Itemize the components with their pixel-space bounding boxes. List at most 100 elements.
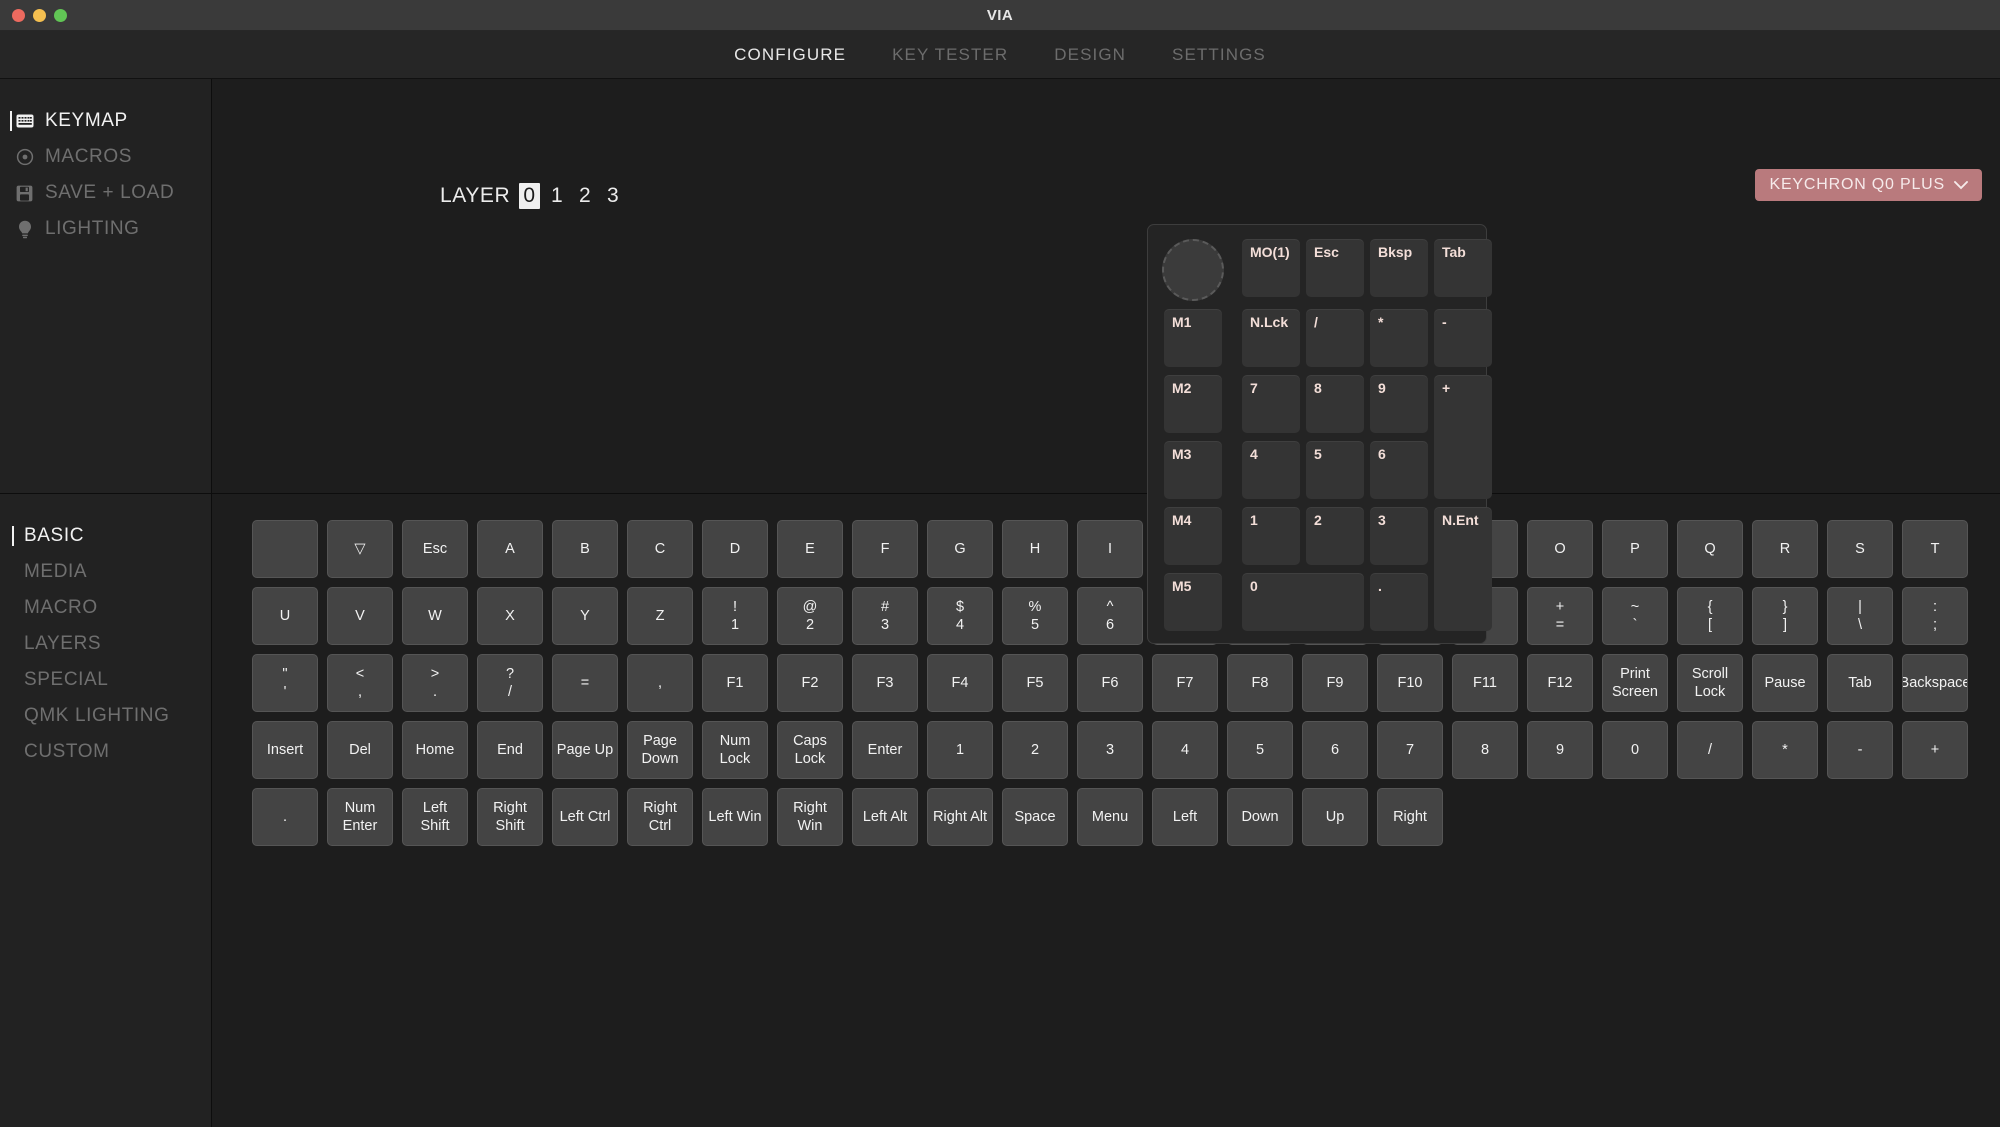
key-picker-key[interactable]: ~` [1602, 587, 1668, 645]
keyboard-key[interactable]: 9 [1370, 375, 1428, 433]
key-picker-key[interactable]: 8 [1452, 721, 1518, 779]
key-picker-key[interactable]: Down [1227, 788, 1293, 846]
key-picker-key[interactable]: #3 [852, 587, 918, 645]
tab-settings[interactable]: SETTINGS [1172, 45, 1266, 65]
key-picker-key[interactable]: CapsLock [777, 721, 843, 779]
key-picker-key[interactable]: Left Ctrl [552, 788, 618, 846]
key-picker-key[interactable]: NumEnter [327, 788, 393, 846]
key-picker-key[interactable]: W [402, 587, 468, 645]
key-picker-key[interactable]: E [777, 520, 843, 578]
key-picker-key[interactable]: Menu [1077, 788, 1143, 846]
key-picker-key[interactable]: Up [1302, 788, 1368, 846]
key-picker-key[interactable]: Right [1377, 788, 1443, 846]
key-picker-key[interactable]: $4 [927, 587, 993, 645]
key-picker-key[interactable]: PrintScreen [1602, 654, 1668, 712]
key-picker-key[interactable]: Enter [852, 721, 918, 779]
key-picker-key[interactable]: Left Alt [852, 788, 918, 846]
key-picker-key[interactable]: F7 [1152, 654, 1218, 712]
key-picker-key[interactable]: G [927, 520, 993, 578]
key-picker-key[interactable]: RightCtrl [627, 788, 693, 846]
key-picker-key[interactable]: LeftShift [402, 788, 468, 846]
keyboard-key[interactable]: 6 [1370, 441, 1428, 499]
key-picker-key[interactable]: <, [327, 654, 393, 712]
keyboard-key[interactable]: 3 [1370, 507, 1428, 565]
key-picker-key[interactable]: C [627, 520, 693, 578]
keyboard-key[interactable]: M4 [1164, 507, 1222, 565]
keyboard-key[interactable]: MO(1) [1242, 239, 1300, 297]
sidebar-item-special[interactable]: SPECIAL [0, 662, 211, 698]
keyboard-key[interactable]: . [1370, 573, 1428, 631]
key-picker-key[interactable]: Y [552, 587, 618, 645]
key-picker-key[interactable]: 0 [1602, 721, 1668, 779]
sidebar-item-save-load[interactable]: SAVE + LOAD [0, 175, 211, 211]
layer-button-3[interactable]: 3 [603, 184, 624, 208]
key-picker-key[interactable]: Left [1152, 788, 1218, 846]
key-picker-key[interactable]: RightWin [777, 788, 843, 846]
key-picker-key[interactable]: @2 [777, 587, 843, 645]
key-picker-key[interactable]: }] [1752, 587, 1818, 645]
keyboard-key[interactable]: 0 [1242, 573, 1364, 631]
key-picker-key[interactable]: F5 [1002, 654, 1068, 712]
keyboard-key[interactable]: 7 [1242, 375, 1300, 433]
key-picker-key[interactable]: 7 [1377, 721, 1443, 779]
key-picker-key[interactable]: = [552, 654, 618, 712]
key-picker-key[interactable]: V [327, 587, 393, 645]
key-picker-key[interactable]: + [1902, 721, 1968, 779]
key-picker-key[interactable]: U [252, 587, 318, 645]
layer-button-2[interactable]: 2 [575, 184, 596, 208]
key-picker-key[interactable]: Left Win [702, 788, 768, 846]
key-picker-key[interactable]: Home [402, 721, 468, 779]
key-picker-key[interactable]: , [627, 654, 693, 712]
key-picker-key[interactable]: X [477, 587, 543, 645]
keyboard-key[interactable]: N.Lck [1242, 309, 1300, 367]
key-picker-key[interactable]: S [1827, 520, 1893, 578]
keyboard-key[interactable]: 4 [1242, 441, 1300, 499]
key-picker-key[interactable]: %5 [1002, 587, 1068, 645]
key-picker-key[interactable]: Backspace [1902, 654, 1968, 712]
layer-button-0[interactable]: 0 [519, 183, 539, 209]
key-picker-key[interactable]: F2 [777, 654, 843, 712]
key-picker-key[interactable]: / [1677, 721, 1743, 779]
key-picker-key[interactable]: * [1752, 721, 1818, 779]
keyboard-key[interactable]: Tab [1434, 239, 1492, 297]
sidebar-item-macros[interactable]: MACROS [0, 139, 211, 175]
sidebar-item-basic[interactable]: BASIC [0, 518, 211, 554]
key-picker-key[interactable]: O [1527, 520, 1593, 578]
key-picker-key[interactable]: F10 [1377, 654, 1443, 712]
key-picker-key[interactable]: F1 [702, 654, 768, 712]
keyboard-key[interactable]: + [1434, 375, 1492, 499]
key-picker-key[interactable]: P [1602, 520, 1668, 578]
key-picker-key[interactable]: F12 [1527, 654, 1593, 712]
keyboard-key[interactable]: Esc [1306, 239, 1364, 297]
key-picker-key[interactable]: >. [402, 654, 468, 712]
key-picker-key[interactable]: F4 [927, 654, 993, 712]
key-picker-key[interactable]: Space [1002, 788, 1068, 846]
keyboard-key[interactable]: / [1306, 309, 1364, 367]
key-picker-key[interactable]: F11 [1452, 654, 1518, 712]
key-picker-key[interactable]: T [1902, 520, 1968, 578]
keyboard-key[interactable]: M3 [1164, 441, 1222, 499]
keyboard-key[interactable]: M5 [1164, 573, 1222, 631]
key-picker-key[interactable]: ^6 [1077, 587, 1143, 645]
keyboard-key[interactable]: 2 [1306, 507, 1364, 565]
keyboard-key[interactable]: N.Ent [1434, 507, 1492, 631]
key-picker-key[interactable]: R [1752, 520, 1818, 578]
key-picker-key[interactable]: B [552, 520, 618, 578]
key-picker-key[interactable]: H [1002, 520, 1068, 578]
key-picker-key[interactable]: RightShift [477, 788, 543, 846]
sidebar-item-macro[interactable]: MACRO [0, 590, 211, 626]
keyboard-key[interactable]: * [1370, 309, 1428, 367]
key-picker-key[interactable] [252, 520, 318, 578]
layer-button-1[interactable]: 1 [547, 184, 568, 208]
key-picker-key[interactable]: Z [627, 587, 693, 645]
key-picker-key[interactable]: 3 [1077, 721, 1143, 779]
key-picker-key[interactable]: Esc [402, 520, 468, 578]
keyboard-key[interactable]: Bksp [1370, 239, 1428, 297]
tab-design[interactable]: DESIGN [1054, 45, 1126, 65]
key-picker-key[interactable]: Del [327, 721, 393, 779]
key-picker-key[interactable]: ▽ [327, 520, 393, 578]
keyboard-key[interactable]: - [1434, 309, 1492, 367]
key-picker-key[interactable]: F8 [1227, 654, 1293, 712]
key-picker-key[interactable]: {[ [1677, 587, 1743, 645]
keyboard-key[interactable]: 5 [1306, 441, 1364, 499]
